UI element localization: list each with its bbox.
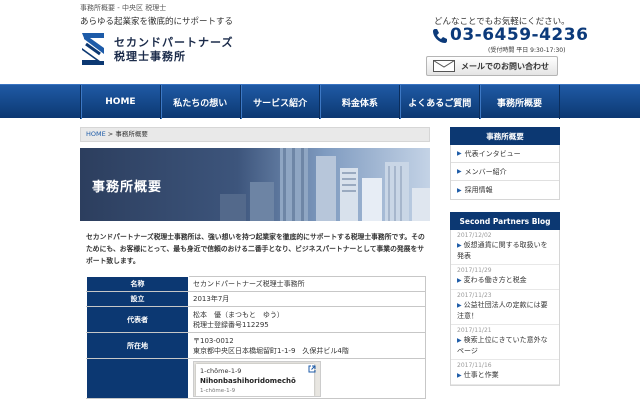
blog-title: 仮想通貨に関する取扱いを発表 [457, 241, 548, 260]
table-value: セカンドパートナーズ税理士事務所 [188, 276, 426, 292]
sidebar-item-label: 採用情報 [464, 186, 493, 194]
sidebar-item-recruit[interactable]: ▶ 採用情報 [451, 181, 559, 199]
top-breadcrumb: 事務所概要 - 中央区 税理士 [80, 4, 167, 12]
sidebar-item-interview[interactable]: ▶ 代表インタビュー [451, 145, 559, 163]
table-value: 2013年7月 [188, 291, 426, 307]
mail-icon [433, 60, 455, 72]
breadcrumb-current: 事務所概要 [115, 130, 148, 138]
blog-item[interactable]: 2017/11/21 ▶ 検索上位にきていた意外なページ [451, 325, 559, 360]
breadcrumb-home-link[interactable]: HOME [86, 130, 106, 138]
firm-name[interactable]: セカンドパートナーズ 税理士事務所 [114, 36, 233, 64]
blog-title: 公益社団法人の定款には要注意！ [457, 301, 548, 320]
mail-contact-button[interactable]: メールでのお問い合わせ [426, 56, 558, 76]
open-map-icon[interactable] [308, 365, 316, 373]
representative-name: 松本 優（まつもと ゆう） [193, 310, 284, 319]
nav-item-pricing[interactable]: 料金体系 [320, 85, 401, 119]
blog-date: 2017/11/16 [457, 362, 492, 369]
table-row: 代表者 松本 優（まつもと ゆう） 税理士登録番号112295 [86, 306, 426, 333]
nav-item-office[interactable]: 事務所概要 [480, 85, 560, 119]
sidebar-item-label: 代表インタビュー [464, 149, 521, 158]
table-label: 所在地 [86, 332, 189, 359]
table-value: 松本 優（まつもと ゆう） 税理士登録番号112295 [188, 306, 426, 333]
phone-number[interactable]: 03-6459-4236 [450, 25, 588, 45]
sidebar-item-members[interactable]: ▶ メンバー紹介 [451, 163, 559, 181]
map-address-line3: 1-chōme-1-9 [200, 387, 236, 394]
arrow-right-icon: ▶ [457, 242, 462, 249]
address: 東京都中央区日本橋堀留町1-1-9 久保井ビル4階 [193, 346, 349, 355]
arrow-right-icon: ▶ [457, 150, 462, 157]
nav-item-faq[interactable]: よくあるご質問 [400, 85, 481, 119]
blog-item[interactable]: 2017/11/23 ▶ 公益社団法人の定款には要注意！ [451, 290, 559, 325]
map-address-line1: 1-chōme-1-9 [200, 366, 242, 375]
blog-title: 仕事と作業 [463, 371, 499, 379]
nav-item-philosophy[interactable]: 私たちの想い [161, 85, 241, 119]
arrow-right-icon: ▶ [457, 372, 462, 379]
breadcrumb: HOME > 事務所概要 [80, 127, 430, 142]
table-row: 1-chōme-1-9 Nihonbashihoridomechō 1-chōm… [86, 358, 426, 399]
arrow-right-icon: ▶ [457, 337, 462, 344]
blog-date: 2017/11/29 [457, 267, 492, 274]
table-row: 設立 2013年7月 [86, 291, 426, 307]
blog-date: 2017/12/02 [457, 232, 492, 239]
arrow-right-icon: ▶ [457, 277, 462, 284]
firm-name-line2: 税理士事務所 [114, 50, 186, 63]
hero-title: 事務所概要 [92, 180, 163, 195]
intro-text: セカンドパートナーズ税理士事務所は、強い想いを持つ起業家を徹底的にサポートする税… [86, 233, 425, 265]
embedded-map[interactable]: 1-chōme-1-9 Nihonbashihoridomechō 1-chōm… [193, 360, 321, 397]
table-label [86, 358, 189, 399]
tagline: あらゆる起業家を徹底的にサポートする [80, 17, 234, 27]
nav-item-home[interactable]: HOME [81, 85, 161, 119]
blog-title: 検索上位にきていた意外なページ [457, 336, 548, 355]
sidebar-section-title: 事務所概要 [450, 127, 560, 145]
table-row: 名称 セカンドパートナーズ税理士事務所 [86, 276, 426, 292]
postal-code: 〒103-0012 [193, 336, 234, 345]
header: 事務所概要 - 中央区 税理士 あらゆる起業家を徹底的にサポートする セカンドパ… [0, 0, 640, 84]
blog-section-title: Second Partners Blog [450, 212, 560, 230]
table-value: 〒103-0012 東京都中央区日本橋堀留町1-1-9 久保井ビル4階 [188, 332, 426, 359]
office-info-table: 名称 セカンドパートナーズ税理士事務所 設立 2013年7月 代表者 松本 優（… [86, 276, 426, 399]
hero-banner: 事務所概要 [80, 148, 430, 221]
sidebar-menu: ▶ 代表インタビュー ▶ メンバー紹介 ▶ 採用情報 [450, 145, 560, 200]
blog-date: 2017/11/23 [457, 292, 492, 299]
table-row: 所在地 〒103-0012 東京都中央区日本橋堀留町1-1-9 久保井ビル4階 [86, 332, 426, 359]
table-label: 設立 [86, 291, 189, 307]
table-label: 名称 [86, 276, 189, 292]
blog-item[interactable]: 2017/12/02 ▶ 仮想通貨に関する取扱いを発表 [451, 230, 559, 265]
arrow-right-icon: ▶ [457, 186, 462, 194]
map-address-line2: Nihonbashihoridomechō [200, 376, 296, 385]
nav-item-services[interactable]: サービス紹介 [241, 85, 321, 119]
blog-item[interactable]: 2017/11/16 ▶ 仕事と作業 [451, 360, 559, 385]
arrow-right-icon: ▶ [457, 302, 462, 309]
blog-item[interactable]: 2017/11/29 ▶ 変わる働き方と税金 [451, 265, 559, 290]
firm-name-line1: セカンドパートナーズ [114, 36, 234, 49]
table-label: 代表者 [86, 306, 189, 333]
sidebar-item-label: メンバー紹介 [464, 167, 507, 176]
blog-list: 2017/12/02 ▶ 仮想通貨に関する取扱いを発表 2017/11/29 ▶ 変… [450, 230, 560, 386]
map-info-card: 1-chōme-1-9 Nihonbashihoridomechō 1-chōm… [196, 363, 314, 396]
table-value: 1-chōme-1-9 Nihonbashihoridomechō 1-chōm… [188, 358, 426, 399]
registration-number: 税理士登録番号112295 [193, 320, 269, 329]
breadcrumb-separator: > [105, 130, 116, 138]
arrow-right-icon: ▶ [457, 168, 462, 175]
business-hours: (受付時間 平日 9:30-17:30) [488, 47, 566, 54]
logo-icon[interactable] [80, 30, 106, 68]
sidebar: 事務所概要 ▶ 代表インタビュー ▶ メンバー紹介 ▶ 採用情報 Second Par… [450, 127, 560, 386]
blog-date: 2017/11/21 [457, 327, 492, 334]
main-nav: HOME 私たちの想い サービス紹介 料金体系 よくあるご質問 事務所概要 [0, 84, 640, 119]
phone-icon [433, 29, 447, 43]
blog-title: 変わる働き方と税金 [463, 276, 527, 284]
mail-button-label: メールでのお問い合わせ [461, 61, 549, 71]
